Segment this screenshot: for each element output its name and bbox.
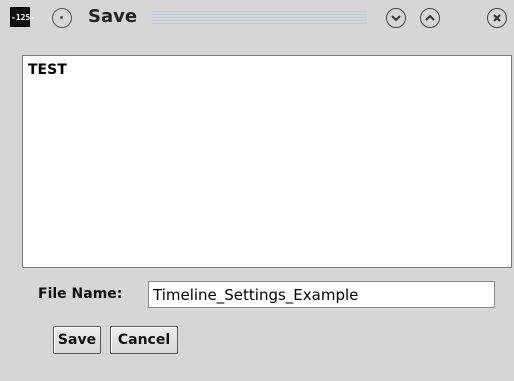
maximize-button[interactable] [420, 8, 440, 28]
window-menu-icon[interactable] [52, 8, 72, 28]
close-icon [493, 14, 501, 22]
title-bar-grip[interactable] [152, 11, 367, 25]
window-title: Save [88, 6, 138, 27]
file-name-input[interactable] [148, 281, 495, 308]
chevron-up-icon [425, 14, 435, 21]
app-logo-icon[interactable]: -125- [10, 7, 35, 27]
minimize-button[interactable] [386, 8, 406, 28]
file-name-label: File Name: [38, 286, 123, 302]
cancel-button[interactable]: Cancel [110, 326, 178, 354]
close-button[interactable] [487, 8, 507, 28]
save-button[interactable]: Save [53, 326, 101, 354]
chevron-down-icon [391, 15, 401, 22]
title-bar[interactable]: -125- Save [0, 0, 514, 40]
content-text-area[interactable]: TEST [22, 55, 512, 268]
